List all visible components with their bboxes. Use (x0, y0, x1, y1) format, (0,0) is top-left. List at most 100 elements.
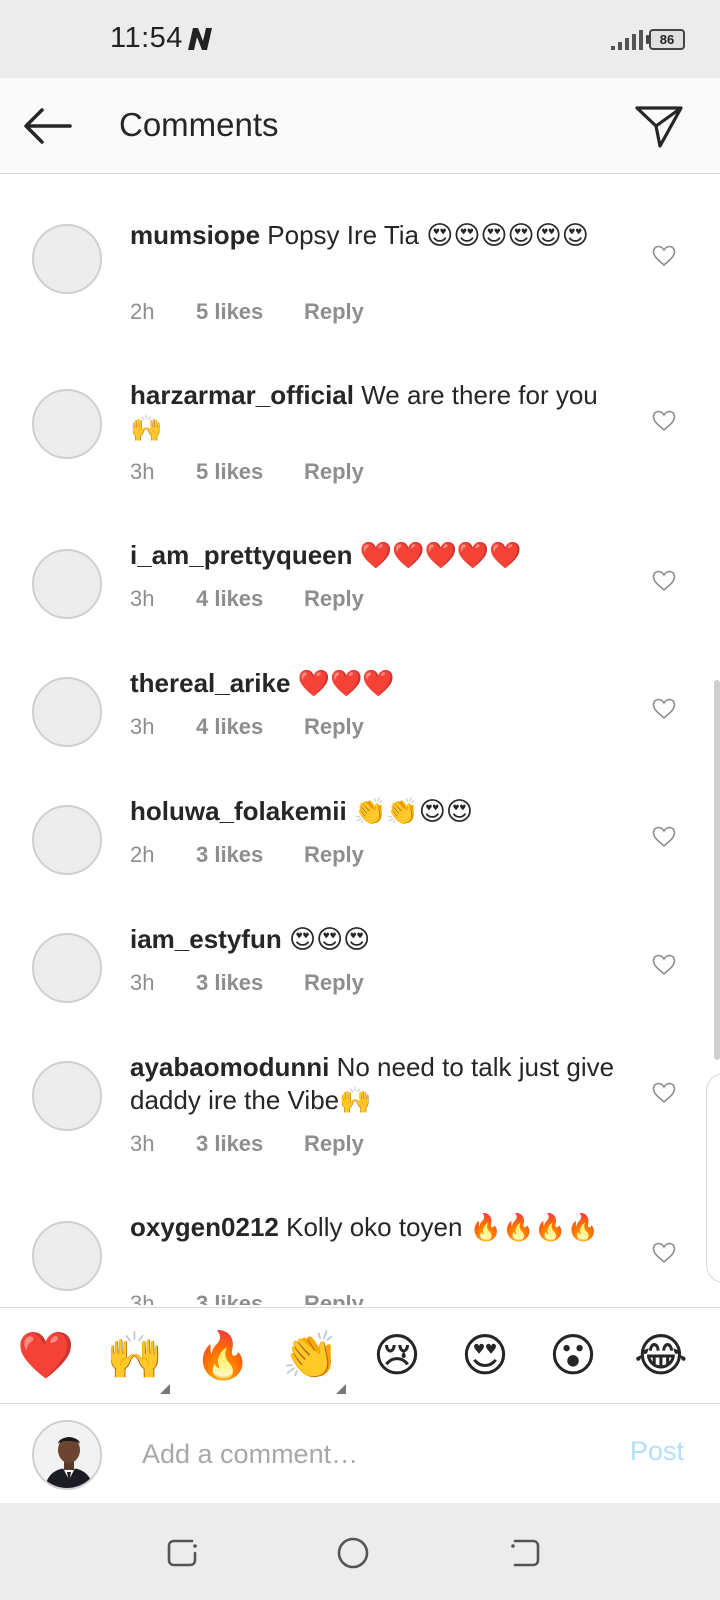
network-n-icon (188, 28, 212, 50)
comment-username[interactable]: ayabaomodunni (130, 1052, 329, 1082)
profile-photo-icon (34, 1422, 100, 1488)
comment-likes[interactable]: 3 likes (196, 842, 304, 868)
comment-time: 3h (130, 1131, 155, 1156)
emoji-heart-eyes-button[interactable]: 😍 (458, 1328, 512, 1382)
like-heart-icon[interactable] (652, 698, 676, 720)
comment-username[interactable]: holuwa_folakemii (130, 796, 347, 826)
comment-username[interactable]: iam_estyfun (130, 924, 282, 954)
like-heart-icon[interactable] (652, 826, 676, 848)
avatar[interactable] (32, 677, 102, 747)
emoji-laughing-button[interactable]: 😂 (634, 1328, 688, 1382)
comment-likes[interactable]: 3 likes (196, 1291, 304, 1305)
comment-text: oxygen0212 Kolly oko toyen 🔥🔥🔥🔥 (130, 1211, 620, 1244)
comment-text: harzarmar_official We are there for you … (130, 379, 620, 445)
back-nav-icon[interactable] (505, 1533, 545, 1573)
status-time: 11:54 (110, 22, 183, 54)
reply-button[interactable]: Reply (304, 459, 364, 485)
emoji-raised-hands-button[interactable]: 🙌 (106, 1328, 163, 1382)
comment-meta: 3h 3 likes Reply (130, 1131, 364, 1157)
comment-username[interactable]: harzarmar_official (130, 380, 354, 410)
comment-username[interactable]: oxygen0212 (130, 1212, 279, 1242)
comment-time: 3h (130, 1291, 155, 1305)
reply-button[interactable]: Reply (304, 842, 364, 868)
system-nav-bar (0, 1503, 720, 1600)
reply-button[interactable]: Reply (304, 714, 364, 740)
reply-button[interactable]: Reply (304, 299, 364, 325)
comment-likes[interactable]: 4 likes (196, 714, 304, 740)
comment-text: thereal_arike ❤️❤️❤️ (130, 667, 620, 700)
avatar[interactable] (32, 933, 102, 1003)
like-heart-icon[interactable] (652, 410, 676, 432)
comment-text: i_am_prettyqueen ❤️❤️❤️❤️❤️ (130, 539, 620, 572)
emoji-crying-button[interactable]: 😢 (370, 1328, 424, 1382)
comment-likes[interactable]: 5 likes (196, 299, 304, 325)
emoji-fire-button[interactable]: 🔥 (194, 1328, 251, 1382)
comment-time: 3h (130, 459, 155, 484)
comment-likes[interactable]: 3 likes (196, 1131, 304, 1157)
comment-likes[interactable]: 3 likes (196, 970, 304, 996)
comment-meta: 3h 4 likes Reply (130, 586, 364, 612)
comment-meta: 3h 5 likes Reply (130, 459, 364, 485)
comment-input[interactable] (142, 1434, 592, 1474)
reply-button[interactable]: Reply (304, 1131, 364, 1157)
avatar[interactable] (32, 1221, 102, 1291)
emoji-clap-button[interactable]: 👏 (282, 1328, 339, 1382)
like-heart-icon[interactable] (652, 1082, 676, 1104)
like-heart-icon[interactable] (652, 245, 676, 267)
signal-icon (611, 30, 643, 50)
emoji-reaction-bar: ❤️ 🙌 🔥 👏 😢 😍 😮 😂 (0, 1307, 720, 1403)
status-bar: 11:54 86 (0, 0, 720, 78)
comment-text: ayabaomodunni No need to talk just give … (130, 1051, 620, 1117)
skin-tone-indicator-icon (336, 1384, 346, 1394)
comment-likes[interactable]: 4 likes (196, 586, 304, 612)
skin-tone-indicator-icon (160, 1384, 170, 1394)
like-heart-icon[interactable] (652, 954, 676, 976)
reply-button[interactable]: Reply (304, 970, 364, 996)
recent-apps-icon[interactable] (162, 1533, 202, 1573)
emoji-heart-button[interactable]: ❤️ (17, 1328, 74, 1382)
scrollbar[interactable] (714, 680, 720, 1060)
comment-username[interactable]: mumsiope (130, 220, 260, 250)
reply-button[interactable]: Reply (304, 586, 364, 612)
like-heart-icon[interactable] (652, 1242, 676, 1264)
comment-meta: 3h 4 likes Reply (130, 714, 364, 740)
comment-text: holuwa_folakemii 👏👏😍😍 (130, 795, 620, 828)
avatar[interactable] (32, 549, 102, 619)
comment-meta: 3h 3 likes Reply (130, 970, 364, 996)
comment-username[interactable]: i_am_prettyqueen (130, 540, 353, 570)
avatar[interactable] (32, 389, 102, 459)
comment-body: Kolly oko toyen 🔥🔥🔥🔥 (286, 1212, 600, 1242)
comment-meta: 2h 5 likes Reply (130, 299, 364, 325)
home-icon[interactable] (333, 1533, 373, 1573)
comment-text: iam_estyfun 😍😍😍 (130, 923, 620, 956)
back-arrow-icon[interactable] (22, 106, 72, 146)
comment-time: 3h (130, 970, 155, 995)
avatar[interactable] (32, 1061, 102, 1131)
avatar[interactable] (32, 805, 102, 875)
edge-panel-handle[interactable] (706, 1073, 720, 1283)
comment-body: ❤️❤️❤️❤️❤️ (359, 540, 522, 570)
header: Comments (0, 78, 720, 174)
comment-composer: Post (0, 1403, 720, 1503)
comment-time: 3h (130, 714, 155, 739)
post-button[interactable]: Post (630, 1436, 684, 1467)
comment-body: ❤️❤️❤️ (297, 668, 395, 698)
avatar[interactable] (32, 224, 102, 294)
comment-likes[interactable]: 5 likes (196, 459, 304, 485)
comment-meta: 2h 3 likes Reply (130, 842, 364, 868)
comment-time: 2h (130, 299, 155, 324)
comment-body: 😍😍😍 (288, 924, 371, 954)
comment-body: 👏👏😍😍 (353, 796, 473, 826)
comment-time: 2h (130, 842, 155, 867)
battery-icon: 86 (649, 29, 685, 50)
page-title: Comments (119, 106, 279, 143)
comment-username[interactable]: thereal_arike (130, 668, 290, 698)
emoji-surprised-button[interactable]: 😮 (546, 1328, 600, 1382)
comment-time: 3h (130, 586, 155, 611)
comment-item: oxygen0212 Kolly oko toyen 🔥🔥🔥🔥 3h 3 like… (0, 1207, 720, 1305)
comment-meta: 3h 3 likes Reply (130, 1291, 364, 1305)
like-heart-icon[interactable] (652, 570, 676, 592)
reply-button[interactable]: Reply (304, 1291, 364, 1305)
direct-send-icon[interactable] (634, 102, 684, 150)
my-avatar[interactable] (32, 1420, 102, 1490)
